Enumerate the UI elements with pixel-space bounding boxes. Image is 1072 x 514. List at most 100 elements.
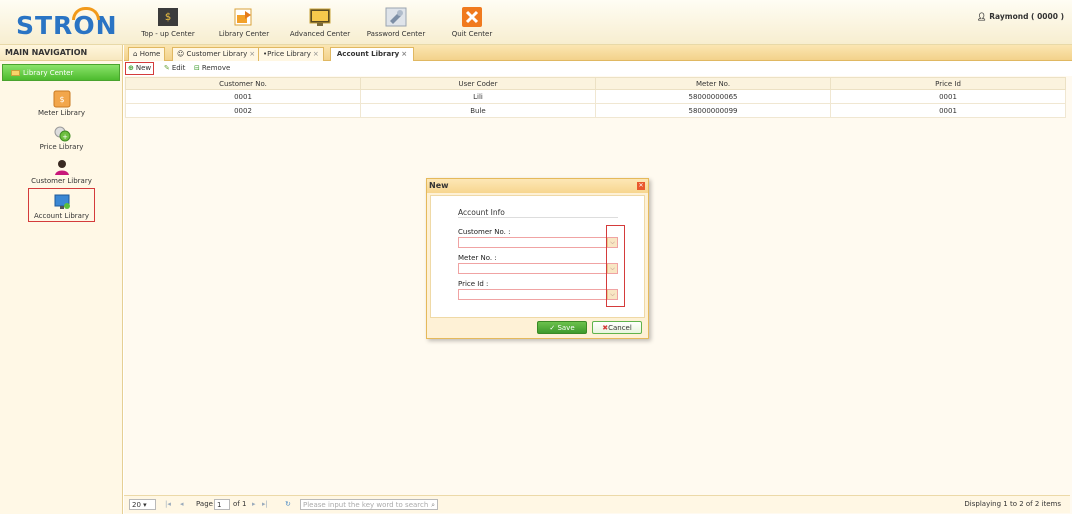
svg-text:+: +	[62, 133, 68, 141]
tab-price-library[interactable]: •Price Library ×	[258, 47, 324, 61]
cell-user-coder: Bule	[360, 103, 596, 118]
app-logo: STRON	[16, 7, 118, 40]
search-input[interactable]: Please input the key word to search ⌕	[300, 499, 438, 510]
check-icon: ✓	[549, 324, 556, 332]
pagination-summary: Displaying 1 to 2 of 2 items	[964, 500, 1061, 508]
new-button[interactable]: ⊕ New	[125, 62, 155, 75]
edit-label: Edit	[171, 64, 186, 72]
cancel-button[interactable]: ✖Cancel	[592, 321, 642, 334]
dialog-body: Account Info Customer No. : ⌵ Meter No. …	[430, 195, 645, 318]
sidebar: MAIN NAVIGATION Library Center $ Meter L…	[0, 45, 123, 514]
tab-close-icon[interactable]: ×	[249, 50, 255, 58]
sidebar-item-price-library[interactable]: + Price Library	[28, 124, 95, 151]
cell-user-coder: Lili	[360, 89, 596, 104]
cell-customer-no: 0002	[125, 103, 361, 118]
page-label: Page	[196, 500, 213, 508]
dialog-footer: ✓ Save ✖Cancel	[427, 319, 648, 338]
price-icon: +	[53, 124, 71, 142]
column-user-coder[interactable]: User Coder	[360, 77, 596, 90]
refresh-icon[interactable]: ↻	[285, 499, 291, 510]
toolbar: ⊕ New ✎ Edit ⊟ Remove	[124, 61, 1072, 76]
column-customer-no[interactable]: Customer No.	[125, 77, 361, 90]
sidebar-section-library-center[interactable]: Library Center	[2, 64, 120, 81]
close-icon[interactable]: ✕	[637, 182, 645, 190]
column-meter-no[interactable]: Meter No.	[595, 77, 831, 90]
search-icon[interactable]: ⌕	[431, 500, 435, 511]
sidebar-item-label: Meter Library	[38, 109, 85, 117]
edit-button[interactable]: ✎ Edit	[164, 63, 185, 74]
user-icon: 👤︎	[976, 12, 987, 21]
cell-meter-no: 58000000099	[595, 103, 831, 118]
quit-icon	[461, 7, 483, 27]
cancel-label: Cancel	[608, 324, 632, 332]
meter-no-label: Meter No. :	[458, 254, 497, 262]
user-label: Raymond ( 0000 )	[989, 12, 1064, 21]
app-header: STRON $ Top - up Center Library Center A…	[0, 0, 1072, 45]
tab-close-icon[interactable]: ×	[313, 50, 319, 58]
plus-icon: ⊕	[128, 64, 134, 72]
chevron-down-icon: ▾	[143, 501, 147, 509]
topnav-password[interactable]: Password Center	[358, 7, 434, 38]
top-navigation: $ Top - up Center Library Center Advance…	[130, 7, 510, 38]
tab-account-library[interactable]: Account Library ×	[330, 47, 414, 62]
dropdown-highlight	[606, 225, 625, 307]
user-info[interactable]: 👤︎ Raymond ( 0000 )	[977, 12, 1064, 21]
tab-bar: ⌂ Home ☺ Customer Library × •Price Librar…	[124, 45, 1072, 62]
tab-label: Price Library	[267, 50, 311, 58]
remove-label: Remove	[201, 64, 231, 72]
tab-customer-library[interactable]: ☺ Customer Library ×	[172, 47, 261, 61]
sidebar-item-label: Account Library	[34, 212, 89, 220]
price-id-label: Price Id :	[458, 280, 489, 288]
sidebar-item-label: Customer Library	[31, 177, 92, 185]
topup-icon: $	[157, 7, 179, 27]
dialog-title: New	[427, 179, 648, 193]
topnav-library[interactable]: Library Center	[206, 7, 282, 38]
tab-label: Account Library	[336, 50, 400, 58]
page-number-input[interactable]: 1	[214, 499, 230, 510]
meter-icon: $	[53, 90, 71, 108]
sidebar-item-label: Price Library	[39, 143, 84, 151]
cell-meter-no: 58000000065	[595, 89, 831, 104]
tab-close-icon[interactable]: ×	[401, 50, 407, 58]
topnav-topup[interactable]: $ Top - up Center	[130, 7, 206, 38]
sidebar-item-meter-library[interactable]: $ Meter Library	[28, 90, 95, 117]
topnav-password-label: Password Center	[366, 30, 426, 38]
save-button[interactable]: ✓ Save	[537, 321, 587, 334]
next-page-icon[interactable]: ▸	[252, 499, 256, 510]
cell-customer-no: 0001	[125, 89, 361, 104]
remove-icon: ⊟	[194, 64, 200, 72]
topnav-advanced[interactable]: Advanced Center	[282, 7, 358, 38]
account-table: Customer No. User Coder Meter No. Price …	[125, 77, 1066, 118]
topnav-library-label: Library Center	[218, 30, 270, 38]
price-id-combo[interactable]: ⌵	[458, 289, 618, 300]
first-page-icon[interactable]: |◂	[165, 499, 171, 510]
new-label: New	[135, 64, 152, 72]
cell-price-id: 0001	[830, 89, 1066, 104]
meter-no-combo[interactable]: ⌵	[458, 263, 618, 274]
page-size-select[interactable]: 20 ▾	[129, 499, 156, 510]
svg-text:$: $	[59, 95, 64, 104]
tab-home[interactable]: ⌂ Home	[128, 47, 166, 61]
library-icon	[233, 7, 255, 27]
sidebar-title: MAIN NAVIGATION	[0, 45, 122, 61]
column-price-id[interactable]: Price Id	[830, 77, 1066, 90]
topnav-quit[interactable]: Quit Center	[434, 7, 510, 38]
sidebar-item-customer-library[interactable]: Customer Library	[28, 158, 95, 185]
sidebar-item-account-library[interactable]: Account Library	[28, 188, 95, 222]
page-total-label: of 1	[233, 500, 247, 508]
topnav-topup-label: Top - up Center	[141, 30, 195, 38]
fieldset-legend: Account Info	[458, 208, 505, 217]
account-icon	[53, 193, 71, 211]
svg-text:$: $	[165, 12, 171, 23]
new-account-dialog: New ✕ Account Info Customer No. : ⌵ Mete…	[426, 178, 649, 339]
tab-label: Customer Library	[186, 50, 248, 58]
customer-no-label: Customer No. :	[458, 228, 511, 236]
table-row[interactable]: 0001 Lili 58000000065 0001	[125, 89, 1066, 104]
prev-page-icon[interactable]: ◂	[180, 499, 184, 510]
remove-button[interactable]: ⊟ Remove	[194, 63, 230, 74]
folder-icon	[11, 70, 20, 76]
advanced-icon	[309, 7, 331, 27]
customer-no-combo[interactable]: ⌵	[458, 237, 618, 248]
table-row[interactable]: 0002 Bule 58000000099 0001	[125, 103, 1066, 118]
last-page-icon[interactable]: ▸|	[262, 499, 268, 510]
